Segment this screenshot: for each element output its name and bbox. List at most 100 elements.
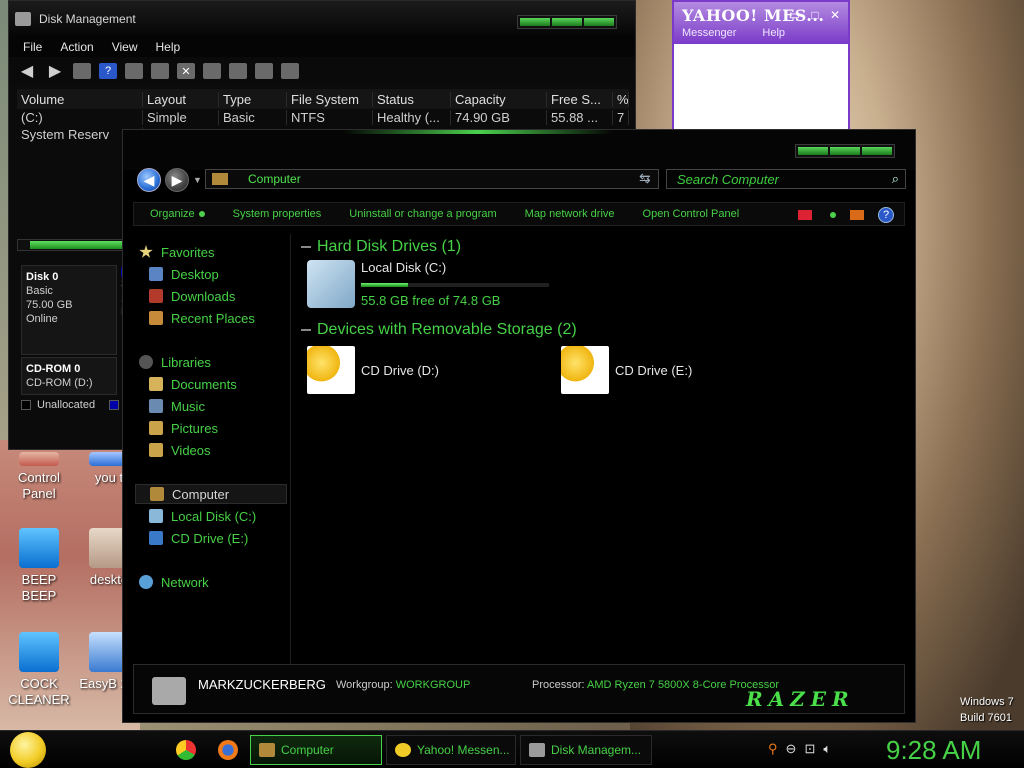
desktop-beep-beep[interactable]: BEEP BEEP <box>4 528 74 604</box>
taskbar-item-disk-management[interactable]: Disk Managem... <box>520 735 652 765</box>
group-header-hard-disk-drives[interactable]: Hard Disk Drives (1) <box>301 238 461 256</box>
menu-help[interactable]: Help <box>762 27 785 39</box>
sidebar-favorites[interactable]: Favorites <box>139 242 291 262</box>
menu-messenger[interactable]: Messenger <box>682 27 736 39</box>
sidebar-item-cd-drive-e[interactable]: CD Drive (E:) <box>149 528 301 548</box>
desktop-control-panel[interactable]: Control Panel <box>4 452 74 502</box>
volume-icon[interactable]: 🔈︎ <box>823 741 831 757</box>
details-pane: MARKZUCKERBERG Workgroup: WORKGROUP Proc… <box>133 664 905 714</box>
back-arrow-icon[interactable]: ◀ <box>17 63 37 80</box>
group-title: Devices with Removable Storage (2) <box>317 321 577 338</box>
start-button[interactable] <box>10 732 46 768</box>
menu-action[interactable]: Action <box>60 40 93 54</box>
search-input[interactable]: Search Computer ⌕ <box>666 169 906 189</box>
desktop-cock-cleaner[interactable]: COCK CLEANER <box>4 632 74 708</box>
properties-list-icon[interactable] <box>281 63 299 79</box>
window-controls[interactable] <box>795 144 895 158</box>
taskbar-item-yahoo[interactable]: Yahoo! Messen... <box>386 735 516 765</box>
recent-pages-dropdown[interactable]: ▼ <box>193 175 202 185</box>
sidebar-label: CD Drive (E:) <box>171 530 249 546</box>
sidebar-computer[interactable]: Computer <box>135 484 287 504</box>
sidebar-label: Network <box>161 574 209 590</box>
sidebar-item-music[interactable]: Music <box>149 396 301 416</box>
sidebar-item-recent-places[interactable]: Recent Places <box>149 308 301 328</box>
help-button[interactable]: ? <box>878 207 894 223</box>
sidebar-label: Computer <box>172 486 230 502</box>
sidebar-libraries[interactable]: Libraries <box>139 352 291 372</box>
refresh-icon[interactable]: ⇆ <box>639 170 651 187</box>
back-button[interactable]: ◀ <box>137 168 161 192</box>
properties-icon[interactable] <box>125 63 143 79</box>
legend-swatch <box>109 400 120 410</box>
drive-name: Local Disk (C:) <box>361 260 447 275</box>
view-dropdown-icon[interactable] <box>830 212 836 218</box>
menu-view[interactable]: View <box>112 40 138 54</box>
sidebar-item-pictures[interactable]: Pictures <box>149 418 301 438</box>
search-tray-icon[interactable]: ⚲ <box>768 741 778 757</box>
menu-help[interactable]: Help <box>156 40 181 54</box>
drive-cd-e[interactable]: CD Drive (E:) <box>561 346 692 394</box>
preview-pane-icon[interactable] <box>850 210 864 220</box>
collapse-icon <box>301 329 311 331</box>
open-control-panel-button[interactable]: Open Control Panel <box>643 208 740 220</box>
task-label: Disk Managem... <box>551 743 642 757</box>
system-properties-button[interactable]: System properties <box>233 208 322 220</box>
table-row[interactable]: (C:) Simple Basic NTFS Healthy (... 74.9… <box>17 109 629 126</box>
explorer-window[interactable]: ◀ ▶ ▼ Computer ▽ ⇆ Search Computer ⌕ Org… <box>122 129 916 723</box>
taskbar-item-computer[interactable]: Computer <box>250 735 382 765</box>
firefox-icon[interactable] <box>218 740 238 760</box>
col-capacity[interactable]: Capacity <box>451 91 547 107</box>
disk-name: Disk 0 <box>26 271 59 283</box>
window-controls[interactable] <box>517 15 617 29</box>
minus-circle-icon[interactable]: ⊖ <box>786 741 797 757</box>
yahoo-header[interactable]: YAHOO! MES... Messenger Help ▭ □ ✕ <box>674 2 848 44</box>
sidebar-item-desktop[interactable]: Desktop <box>149 264 301 284</box>
delete-icon[interactable]: ✕ <box>177 63 195 79</box>
group-header-removable-storage[interactable]: Devices with Removable Storage (2) <box>301 321 577 339</box>
sidebar-item-local-disk-c[interactable]: Local Disk (C:) <box>149 506 301 526</box>
col-type[interactable]: Type <box>219 91 287 107</box>
col-free-space[interactable]: Free S... <box>547 91 613 107</box>
console-icon[interactable] <box>73 63 91 79</box>
col-percent[interactable]: % <box>613 91 629 107</box>
forward-arrow-icon[interactable]: ▶ <box>45 63 65 80</box>
address-bar[interactable]: Computer ▽ <box>205 169 659 189</box>
yahoo-messenger-window[interactable]: YAHOO! MES... Messenger Help ▭ □ ✕ <box>672 0 850 135</box>
map-network-drive-button[interactable]: Map network drive <box>525 208 615 220</box>
folder-open-icon[interactable] <box>229 63 247 79</box>
navigation-pane: Favorites Desktop Downloads Recent Place… <box>133 234 291 664</box>
search-icon[interactable] <box>255 63 273 79</box>
scroll-thumb[interactable] <box>30 241 134 249</box>
cell: Simple <box>143 110 219 125</box>
col-volume[interactable]: Volume <box>17 91 143 107</box>
help-icon[interactable]: ? <box>99 63 117 79</box>
organize-button[interactable]: Organize <box>150 208 205 220</box>
sidebar-item-videos[interactable]: Videos <box>149 440 301 460</box>
sidebar-item-documents[interactable]: Documents <box>149 374 301 394</box>
window-controls[interactable]: ▭ □ ✕ <box>789 8 844 22</box>
cdrom-0-panel[interactable]: CD-ROM 0 CD-ROM (D:) <box>21 357 117 395</box>
search-icon[interactable]: ⌕ <box>892 171 899 187</box>
chrome-icon[interactable] <box>176 740 196 760</box>
clock[interactable]: 9:28 AM <box>886 735 981 766</box>
col-status[interactable]: Status <box>373 91 451 107</box>
forward-button[interactable]: ▶ <box>165 168 189 192</box>
sidebar-item-downloads[interactable]: Downloads <box>149 286 301 306</box>
drive-local-disk-c[interactable]: Local Disk (C:) 55.8 GB free of 74.8 GB <box>307 260 549 308</box>
menu-file[interactable]: File <box>23 40 42 54</box>
cd-drive-icon <box>149 531 163 545</box>
horizontal-scrollbar[interactable] <box>17 239 137 251</box>
check-icon[interactable] <box>203 63 221 79</box>
refresh-icon[interactable] <box>151 63 169 79</box>
col-file-system[interactable]: File System <box>287 91 373 107</box>
sidebar-network[interactable]: Network <box>139 572 291 592</box>
downloads-icon <box>149 289 163 303</box>
uninstall-program-button[interactable]: Uninstall or change a program <box>349 208 496 220</box>
disk-0-panel[interactable]: Disk 0 Basic 75.00 GB Online <box>21 265 117 355</box>
cell: Basic <box>219 110 287 125</box>
drive-cd-d[interactable]: CD Drive (D:) <box>307 346 439 394</box>
change-view-icon[interactable] <box>798 210 812 220</box>
network-tray-icon[interactable]: ⊡ <box>804 741 815 757</box>
desktop-icon-label: COCK CLEANER <box>8 676 70 707</box>
col-layout[interactable]: Layout <box>143 91 219 107</box>
